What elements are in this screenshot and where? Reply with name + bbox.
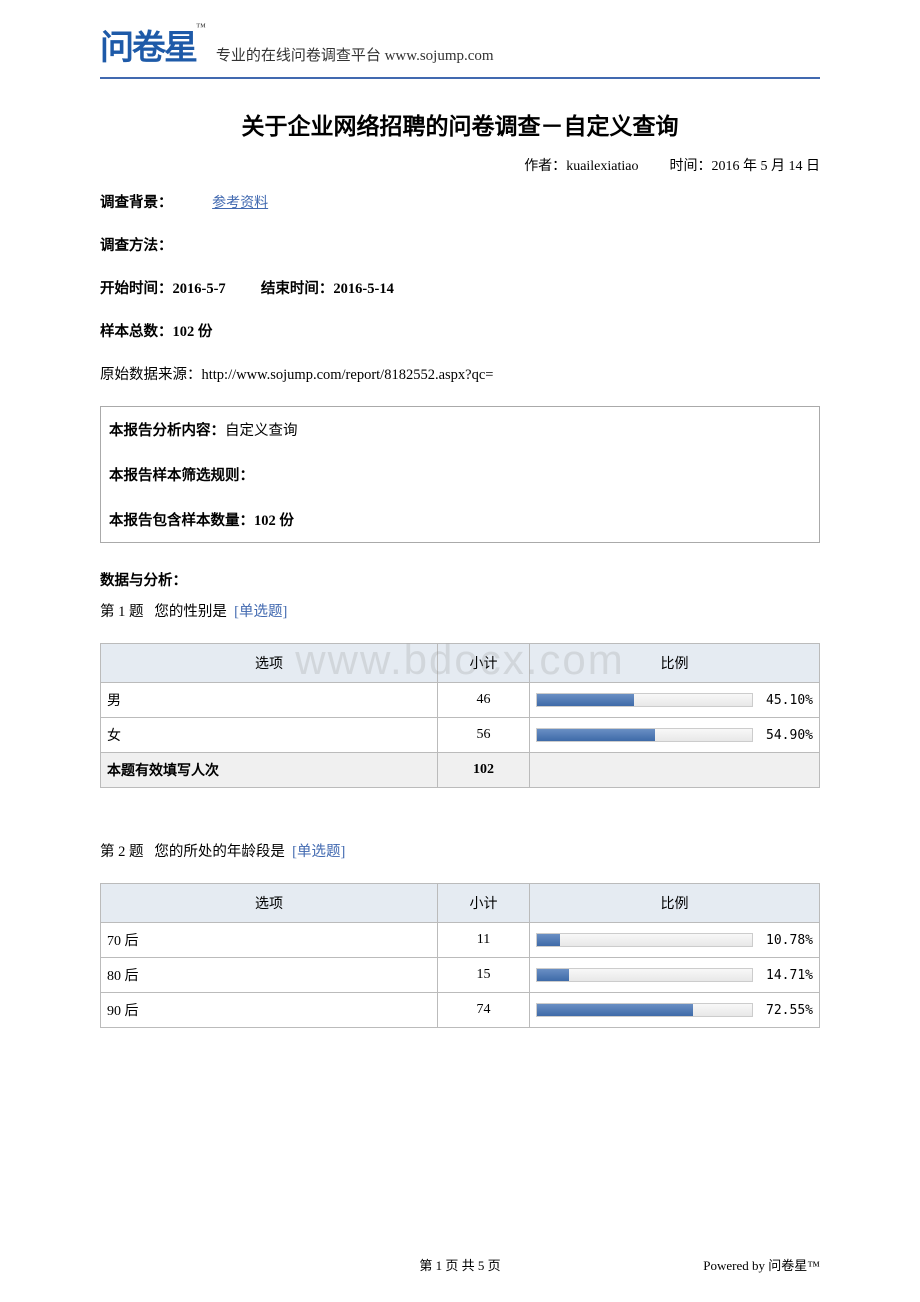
option-cell: 90 后 — [101, 993, 438, 1028]
background-row: 调查背景： 参考资料 — [100, 191, 820, 212]
count-cell: 56 — [438, 718, 530, 753]
document-title: 关于企业网络招聘的问卷调查－自定义查询 — [100, 107, 820, 141]
table-row: 70 后1110.78% — [101, 923, 820, 958]
sample-row: 样本总数：102 份 — [100, 320, 820, 341]
analysis-content-label: 本报告分析内容： — [109, 423, 225, 439]
start-value: 2016-5-7 — [173, 281, 226, 297]
analysis-filter-row: 本报告样本筛选规则： — [101, 452, 819, 497]
logo: 问卷星 ™ — [100, 20, 206, 69]
analysis-filter-label: 本报告样本筛选规则： — [109, 468, 254, 484]
col-ratio: 比例 — [530, 644, 820, 683]
method-label: 调查方法： — [100, 238, 173, 254]
col-option: 选项 — [101, 884, 438, 923]
analysis-content-row: 本报告分析内容：自定义查询 — [101, 407, 819, 452]
count-cell: 74 — [438, 993, 530, 1028]
table-row: 80 后1514.71% — [101, 958, 820, 993]
q1-text: 您的性别是 — [154, 604, 227, 620]
analysis-count-value: 102 份 — [254, 513, 294, 529]
count-cell: 11 — [438, 923, 530, 958]
ratio-cell: 10.78% — [530, 923, 820, 958]
col-ratio: 比例 — [530, 884, 820, 923]
author-label: 作者： — [524, 159, 566, 174]
analysis-box: 本报告分析内容：自定义查询 本报告样本筛选规则： 本报告包含样本数量：102 份 — [100, 406, 820, 543]
time-label: 时间： — [670, 159, 712, 174]
analysis-content-value: 自定义查询 — [225, 423, 298, 439]
ratio-cell: 45.10% — [530, 683, 820, 718]
ratio-cell: 14.71% — [530, 958, 820, 993]
tagline: 专业的在线问卷调查平台 www.sojump.com — [216, 44, 494, 69]
total-value: 102 — [438, 753, 530, 788]
logo-text: 问卷星 — [100, 20, 196, 69]
reference-link[interactable]: 参考资料 — [212, 196, 268, 211]
source-value: http://www.sojump.com/report/8182552.asp… — [202, 367, 494, 383]
start-label: 开始时间： — [100, 281, 173, 297]
q2-prefix: 第 2 题 — [100, 844, 144, 860]
option-cell: 70 后 — [101, 923, 438, 958]
sample-label: 样本总数： — [100, 324, 173, 340]
meta-line: 作者：kuailexiatiao 时间：2016 年 5 月 14 日 — [100, 155, 820, 175]
data-analysis-header: 数据与分析： — [100, 569, 820, 590]
count-cell: 46 — [438, 683, 530, 718]
powered-by: Powered by 问卷星™ — [703, 1255, 820, 1274]
end-label: 结束时间： — [261, 281, 334, 297]
total-row: 本题有效填写人次102 — [101, 753, 820, 788]
time-value: 2016 年 5 月 14 日 — [712, 159, 821, 174]
background-label: 调查背景： — [100, 195, 173, 211]
ratio-cell: 54.90% — [530, 718, 820, 753]
q1-tag: [单选题] — [234, 604, 287, 620]
q2-title: 第 2 题 您的所处的年龄段是 [单选题] — [100, 840, 820, 861]
option-cell: 女 — [101, 718, 438, 753]
count-cell: 15 — [438, 958, 530, 993]
source-label: 原始数据来源： — [100, 367, 202, 383]
method-row: 调查方法： — [100, 234, 820, 255]
col-subtotal: 小计 — [438, 644, 530, 683]
document-header: 问卷星 ™ 专业的在线问卷调查平台 www.sojump.com — [100, 20, 820, 79]
option-cell: 男 — [101, 683, 438, 718]
q2-table: 选项 小计 比例 70 后1110.78%80 后1514.71%90 后747… — [100, 883, 820, 1028]
sample-value: 102 份 — [173, 324, 213, 340]
col-subtotal: 小计 — [438, 884, 530, 923]
q2-text: 您的所处的年龄段是 — [154, 844, 285, 860]
dates-row: 开始时间：2016-5-7 结束时间：2016-5-14 — [100, 277, 820, 298]
total-label: 本题有效填写人次 — [101, 753, 438, 788]
page-number: 第 1 页 共 5 页 — [419, 1255, 500, 1274]
ratio-cell: 72.55% — [530, 993, 820, 1028]
author-value: kuailexiatiao — [566, 159, 638, 174]
option-cell: 80 后 — [101, 958, 438, 993]
analysis-count-row: 本报告包含样本数量：102 份 — [101, 497, 819, 542]
page-footer: 第 1 页 共 5 页 Powered by 问卷星™ — [100, 1255, 820, 1274]
analysis-count-label: 本报告包含样本数量： — [109, 513, 254, 529]
q1-title: 第 1 题 您的性别是 [单选题] — [100, 600, 820, 621]
logo-trademark: ™ — [196, 22, 206, 33]
source-row: 原始数据来源：http://www.sojump.com/report/8182… — [100, 363, 820, 384]
end-value: 2016-5-14 — [333, 281, 393, 297]
q2-tag: [单选题] — [292, 844, 345, 860]
q1-table: 选项 小计 比例 男4645.10%女5654.90%本题有效填写人次102 — [100, 643, 820, 788]
col-option: 选项 — [101, 644, 438, 683]
table-row: 男4645.10% — [101, 683, 820, 718]
q1-prefix: 第 1 题 — [100, 604, 144, 620]
total-empty — [530, 753, 820, 788]
table-row: 90 后7472.55% — [101, 993, 820, 1028]
table-row: 女5654.90% — [101, 718, 820, 753]
page-container: www.bdocx.com 问卷星 ™ 专业的在线问卷调查平台 www.soju… — [0, 0, 920, 1302]
